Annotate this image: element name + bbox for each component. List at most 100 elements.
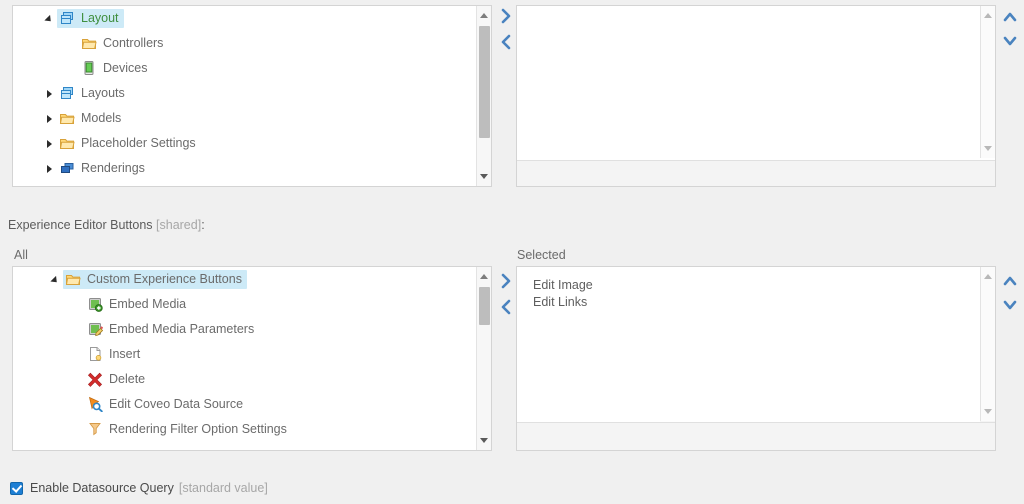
chevron-left-icon[interactable] xyxy=(498,296,514,318)
embed-media-icon xyxy=(89,298,103,312)
scrollbar-thumb[interactable] xyxy=(479,287,490,325)
folder-icon xyxy=(59,139,75,149)
tree-node-embed-media-parameters[interactable]: Embed Media Parameters xyxy=(85,320,259,339)
tree-node-controllers[interactable]: Controllers xyxy=(79,34,168,53)
tree-node-edit-coveo-data-source[interactable]: Edit Coveo Data Source xyxy=(85,395,248,414)
tree-row[interactable]: Rendering Filter Option Settings xyxy=(13,417,476,442)
layout-selected-footer xyxy=(517,160,995,186)
folder-icon xyxy=(59,114,75,124)
scrollbar-thumb[interactable] xyxy=(479,26,490,138)
tree-node-custom-experience-buttons[interactable]: Custom Experience Buttons xyxy=(63,270,247,289)
enable-datasource-query-row[interactable]: Enable Datasource Query [standard value] xyxy=(10,481,268,495)
scroll-down-arrow-icon[interactable] xyxy=(477,169,491,184)
embed-media-params-icon xyxy=(89,323,103,337)
layout-transfer-controls xyxy=(496,5,516,53)
layout-selected-panel[interactable] xyxy=(516,5,996,187)
enable-datasource-query-label: Enable Datasource Query xyxy=(30,481,174,495)
tree-node-renderings[interactable]: Renderings xyxy=(57,159,150,178)
tree-node-devices[interactable]: Devices xyxy=(79,59,152,78)
tree-node-placeholder-settings[interactable]: Placeholder Settings xyxy=(57,134,201,153)
experience-buttons-selected-panel[interactable]: Edit Image Edit Links xyxy=(516,266,996,451)
tree-row[interactable]: Edit Coveo Data Source xyxy=(13,392,476,417)
folder-icon xyxy=(65,275,81,285)
filter-funnel-icon xyxy=(89,423,101,436)
expand-triangle-icon[interactable] xyxy=(41,139,57,148)
tree-node-label: Custom Experience Buttons xyxy=(87,272,242,286)
chevron-down-icon[interactable] xyxy=(1002,294,1018,316)
edit-coveo-icon xyxy=(89,396,103,412)
chevron-up-icon[interactable] xyxy=(1002,6,1018,28)
tree-node-label: Edit Coveo Data Source xyxy=(109,397,244,411)
renderings-icon xyxy=(61,163,74,173)
tree-node-label: Renderings xyxy=(81,161,145,175)
experience-buttons-all-content: Custom Experience Buttons Embed Media Em… xyxy=(13,267,476,450)
chevron-right-icon[interactable] xyxy=(498,5,514,27)
experience-buttons-selected-scrollbar[interactable] xyxy=(980,267,995,421)
scroll-down-arrow-icon[interactable] xyxy=(477,433,491,448)
tree-row[interactable]: Layout xyxy=(13,6,476,31)
expand-triangle-icon[interactable] xyxy=(41,164,57,173)
tree-node-layouts[interactable]: Layouts xyxy=(57,84,130,103)
experience-buttons-order-controls xyxy=(1000,270,1020,316)
layout-tree-scrollbar[interactable] xyxy=(476,6,491,186)
expand-triangle-icon[interactable] xyxy=(41,89,57,98)
all-column-label: All xyxy=(14,248,28,262)
experience-buttons-all-panel[interactable]: Custom Experience Buttons Embed Media Em… xyxy=(12,266,492,451)
tree-row[interactable]: Delete xyxy=(13,367,476,392)
layout-tree-panel[interactable]: Layout Controllers Devices Layouts Model… xyxy=(12,5,492,187)
scroll-down-arrow-icon[interactable] xyxy=(981,404,995,419)
layout-stack-icon xyxy=(61,87,73,99)
expand-triangle-icon[interactable] xyxy=(41,114,57,123)
chevron-down-icon[interactable] xyxy=(1002,30,1018,52)
scroll-down-arrow-icon[interactable] xyxy=(981,141,995,156)
layout-selected-scrollbar[interactable] xyxy=(980,6,995,158)
chevron-left-icon[interactable] xyxy=(498,31,514,53)
layout-stack-icon xyxy=(61,12,73,24)
experience-editor-buttons-label: Experience Editor Buttons [shared]: xyxy=(8,218,205,232)
scroll-up-arrow-icon[interactable] xyxy=(981,8,995,23)
scroll-up-arrow-icon[interactable] xyxy=(981,269,995,284)
tree-node-rendering-filter-option-settings[interactable]: Rendering Filter Option Settings xyxy=(85,420,292,439)
tree-row[interactable]: Controllers xyxy=(13,31,476,56)
tree-row[interactable]: Custom Experience Buttons xyxy=(13,267,476,292)
experience-buttons-selected-content[interactable]: Edit Image Edit Links xyxy=(517,267,980,422)
layout-order-controls xyxy=(1000,6,1020,52)
tree-row[interactable]: Models xyxy=(13,106,476,131)
tree-row[interactable]: Embed Media xyxy=(13,292,476,317)
tree-node-label: Models xyxy=(81,111,122,125)
tree-node-label: Rendering Filter Option Settings xyxy=(109,422,287,436)
collapse-triangle-icon[interactable] xyxy=(41,14,57,25)
chevron-right-icon[interactable] xyxy=(498,270,514,292)
tree-node-models[interactable]: Models xyxy=(57,109,126,128)
tree-row[interactable]: Layouts xyxy=(13,81,476,106)
insert-page-icon xyxy=(90,347,102,361)
scroll-up-arrow-icon[interactable] xyxy=(477,8,491,23)
field-label-colon: : xyxy=(201,218,205,232)
device-icon xyxy=(84,61,94,75)
experience-buttons-all-scrollbar[interactable] xyxy=(476,267,491,450)
tree-node-delete[interactable]: Delete xyxy=(85,370,150,389)
tree-row[interactable]: Devices xyxy=(13,56,476,81)
tree-row[interactable]: Placeholder Settings xyxy=(13,131,476,156)
list-item[interactable]: Edit Image xyxy=(517,277,980,294)
tree-row[interactable]: Embed Media Parameters xyxy=(13,317,476,342)
tree-node-label: Embed Media Parameters xyxy=(109,322,255,336)
tree-row[interactable]: Renderings xyxy=(13,156,476,181)
scroll-up-arrow-icon[interactable] xyxy=(477,269,491,284)
tree-node-label: Placeholder Settings xyxy=(81,136,196,150)
field-shared-tag: [shared] xyxy=(156,218,202,232)
tree-row[interactable]: Insert xyxy=(13,342,476,367)
enable-datasource-query-value-tag: [standard value] xyxy=(178,481,268,495)
tree-node-insert[interactable]: Insert xyxy=(85,345,145,364)
field-label-text: Experience Editor Buttons xyxy=(8,218,153,232)
layout-selected-content[interactable] xyxy=(517,6,995,160)
collapse-triangle-icon[interactable] xyxy=(47,275,63,286)
enable-datasource-query-checkbox[interactable] xyxy=(10,481,23,495)
selected-column-label: Selected xyxy=(517,248,566,262)
tree-node-layout[interactable]: Layout xyxy=(57,9,124,28)
tree-node-label: Layout xyxy=(81,11,119,25)
list-item[interactable]: Edit Links xyxy=(517,294,980,311)
chevron-up-icon[interactable] xyxy=(1002,270,1018,292)
tree-node-label: Insert xyxy=(109,347,141,361)
tree-node-embed-media[interactable]: Embed Media xyxy=(85,295,191,314)
